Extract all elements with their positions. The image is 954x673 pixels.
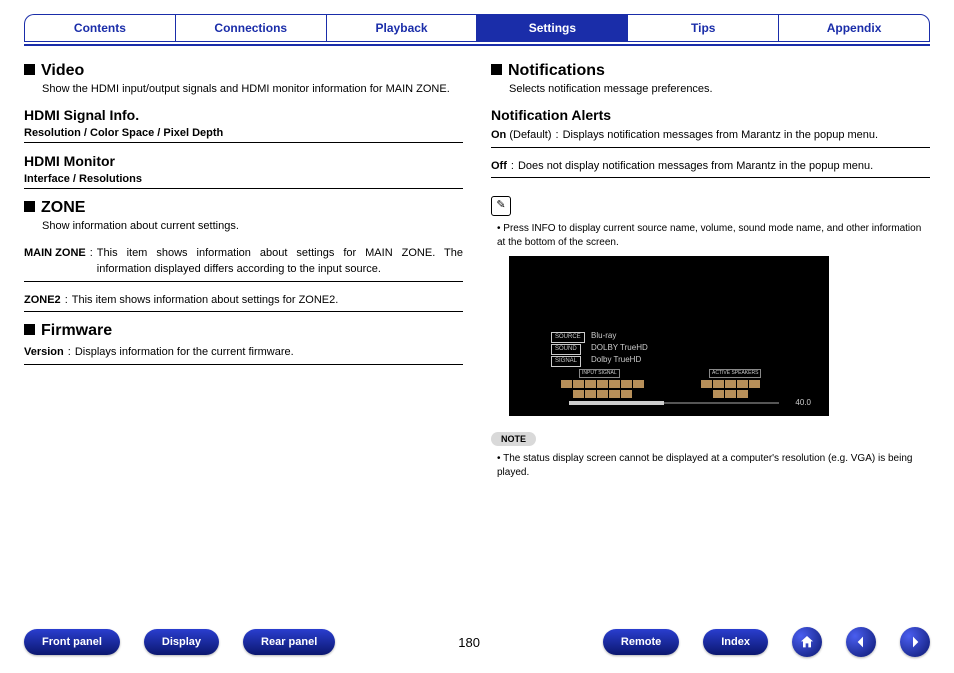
osd-sound-value: DOLBY TrueHD <box>591 343 648 352</box>
heading-zone-text: ZONE <box>41 199 85 216</box>
left-column: Video Show the HDMI input/output signals… <box>24 56 463 480</box>
page-number: 180 <box>439 635 499 650</box>
hdmi-monitor-sub: Interface / Resolutions <box>24 173 463 185</box>
divider <box>491 147 930 148</box>
osd-preview: SOURCE Blu-ray SOUND DOLBY TrueHD SIGNAL… <box>509 256 829 416</box>
prev-page-icon[interactable] <box>846 627 876 657</box>
heading-notifications-text: Notifications <box>508 62 605 79</box>
nav-front-panel[interactable]: Front panel <box>24 629 120 655</box>
footer: Front panel Display Rear panel 180 Remot… <box>0 627 954 657</box>
zone-desc: Show information about current settings. <box>42 219 463 234</box>
alert-row-on: On (Default):Displays notification messa… <box>491 127 930 144</box>
tab-appendix[interactable]: Appendix <box>778 14 930 42</box>
video-desc: Show the HDMI input/output signals and H… <box>42 82 463 97</box>
square-bullet-icon <box>491 64 502 75</box>
firmware-row-key: Version <box>24 344 64 361</box>
heading-video-text: Video <box>41 62 84 79</box>
zone-row-key: ZONE2 <box>24 292 61 309</box>
divider <box>24 364 463 365</box>
osd-signal-value: Dolby TrueHD <box>591 355 641 364</box>
osd-source-label: SOURCE <box>551 332 585 343</box>
osd-input-bars <box>561 380 644 388</box>
heading-firmware-text: Firmware <box>41 322 112 339</box>
alert-off-val: Does not display notification messages f… <box>518 158 930 175</box>
heading-firmware: Firmware <box>24 322 463 340</box>
osd-source-value: Blu-ray <box>591 331 616 340</box>
divider <box>24 188 463 189</box>
firmware-row-val: Displays information for the current fir… <box>75 344 463 361</box>
heading-notifications: Notifications <box>491 62 930 80</box>
zone-row-key: MAIN ZONE <box>24 245 86 278</box>
zone-row-zone2: ZONE2:This item shows information about … <box>24 292 463 309</box>
alert-row-off: Off:Does not display notification messag… <box>491 158 930 175</box>
heading-hdmi-signal: HDMI Signal Info. <box>24 107 463 123</box>
heading-zone: ZONE <box>24 199 463 217</box>
right-column: Notifications Selects notification messa… <box>491 56 930 480</box>
tab-tips[interactable]: Tips <box>627 14 778 42</box>
osd-speaker-bars2 <box>713 390 748 398</box>
osd-signal-label: SIGNAL <box>551 356 581 367</box>
info-note: • Press INFO to display current source n… <box>497 222 930 250</box>
divider <box>24 281 463 282</box>
alert-on-val: Displays notification messages from Mara… <box>563 127 930 144</box>
tab-playback[interactable]: Playback <box>326 14 477 42</box>
osd-volume-value: 40.0 <box>795 398 811 407</box>
tab-connections[interactable]: Connections <box>175 14 326 42</box>
zone-row-val: This item shows information about settin… <box>72 292 463 309</box>
osd-input-signal-label: INPUT SIGNAL <box>579 369 620 378</box>
nav-display[interactable]: Display <box>144 629 219 655</box>
top-tabs: Contents Connections Playback Settings T… <box>24 14 930 42</box>
zone-row-val: This item shows information about settin… <box>97 245 463 278</box>
zone-row-main: MAIN ZONE:This item shows information ab… <box>24 245 463 278</box>
alert-on-key: On (Default) <box>491 127 552 144</box>
osd-speaker-bars <box>701 380 760 388</box>
divider <box>24 311 463 312</box>
square-bullet-icon <box>24 201 35 212</box>
heading-notif-alerts: Notification Alerts <box>491 107 930 123</box>
nav-index[interactable]: Index <box>703 629 768 655</box>
tab-contents[interactable]: Contents <box>24 14 175 42</box>
nav-remote[interactable]: Remote <box>603 629 679 655</box>
heading-video: Video <box>24 62 463 80</box>
notif-desc: Selects notification message preferences… <box>509 82 930 97</box>
alert-off-key: Off <box>491 158 507 175</box>
divider <box>491 177 930 178</box>
next-page-icon[interactable] <box>900 627 930 657</box>
osd-input-bars2 <box>573 390 632 398</box>
tab-settings[interactable]: Settings <box>476 14 627 42</box>
note-badge: NOTE <box>491 432 536 446</box>
heading-hdmi-monitor: HDMI Monitor <box>24 153 463 169</box>
firmware-row: Version:Displays information for the cur… <box>24 344 463 361</box>
hdmi-signal-sub: Resolution / Color Space / Pixel Depth <box>24 127 463 139</box>
nav-rear-panel[interactable]: Rear panel <box>243 629 335 655</box>
divider <box>24 142 463 143</box>
pencil-icon: ✎ <box>491 196 511 216</box>
osd-sound-label: SOUND <box>551 344 581 355</box>
osd-active-speakers-label: ACTIVE SPEAKERS <box>709 369 761 378</box>
square-bullet-icon <box>24 324 35 335</box>
note-text: • The status display screen cannot be di… <box>497 452 930 480</box>
tab-underline <box>24 44 930 46</box>
square-bullet-icon <box>24 64 35 75</box>
osd-volume-track <box>569 402 779 404</box>
home-icon[interactable] <box>792 627 822 657</box>
